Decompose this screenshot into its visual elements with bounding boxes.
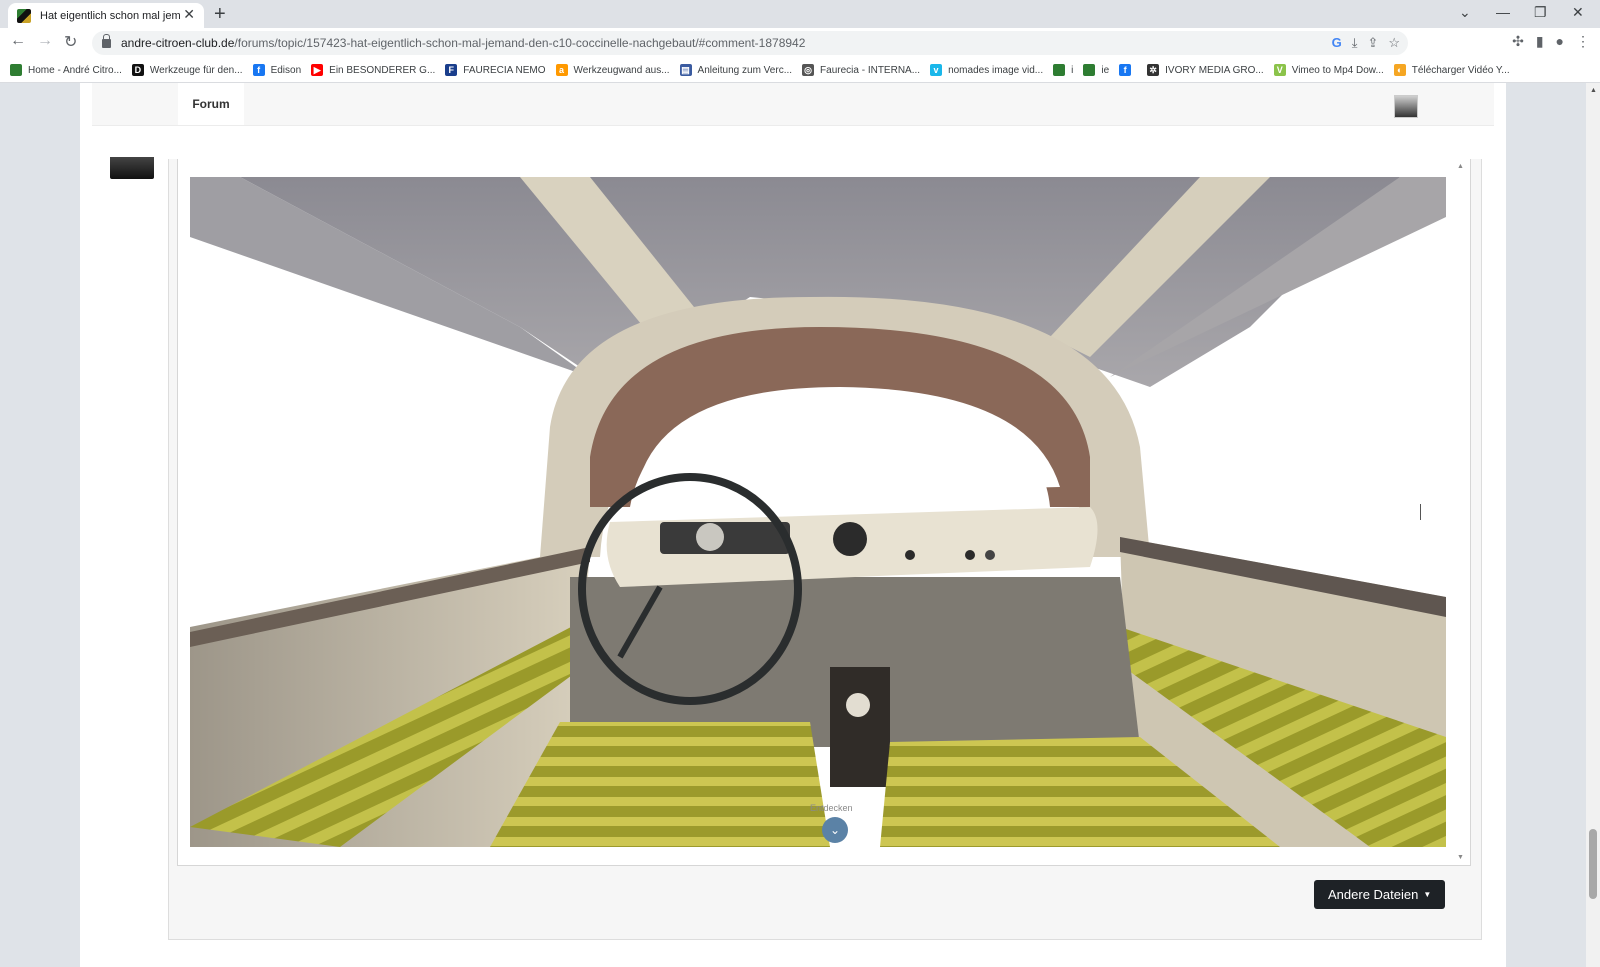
bookmark-favicon-icon: f [1119, 64, 1132, 76]
bookmark-favicon-icon [1083, 64, 1096, 76]
bookmark-label: Edison [270, 64, 302, 76]
caret-down-icon: ▼ [1423, 890, 1432, 899]
viewer-hint-label: Entdecken [810, 803, 853, 813]
panorama-viewer[interactable]: Entdecken ⌄ [190, 177, 1446, 847]
bookmark-item[interactable]: ▤ Anleitung zum Verc... [679, 64, 793, 76]
bookmark-item[interactable]: v nomades image vid... [930, 64, 1043, 76]
page-scroll-thumb[interactable] [1589, 829, 1597, 899]
bookmark-favicon-icon: v [930, 64, 943, 76]
post-content: Entdecken ⌄ ▲ ▼ Andere Dateien ▼ [168, 159, 1482, 940]
bookmark-favicon-icon: D [131, 64, 144, 76]
share-icon[interactable]: ⇪ [1367, 35, 1378, 51]
scroll-up-arrow-icon[interactable]: ▲ [1457, 163, 1464, 170]
page-scroll-up-icon[interactable]: ▲ [1590, 87, 1597, 94]
bookmark-item[interactable]: ✲ IVORY MEDIA GRO... [1147, 64, 1264, 76]
bookmark-favicon-icon [1053, 64, 1066, 76]
omnibox-actions: G ⤓ ⇪ ☆ [1332, 35, 1400, 51]
bookmark-label: Werkzeugwand aus... [573, 64, 670, 76]
text-caret [1420, 504, 1421, 520]
embed-scrollbar[interactable]: ▲ ▼ [1456, 163, 1466, 861]
browser-tab[interactable]: Hat eigentlich schon mal jemand den C10 … [8, 3, 204, 28]
extensions-puzzle-icon[interactable]: ✣ [1512, 33, 1524, 50]
bookmark-item[interactable]: ◐ Télécharger Vidéo Y... [1393, 64, 1510, 76]
reload-icon[interactable]: ↻ [64, 32, 77, 52]
minimize-button[interactable]: — [1496, 4, 1510, 20]
bookmark-favicon-icon: V [1273, 64, 1286, 76]
bookmarks-bar: Home - André Citro... D Werkzeuge für den.… [0, 58, 1600, 83]
bookmark-item[interactable]: f Edison [252, 64, 302, 76]
bookmark-label: Télécharger Vidéo Y... [1411, 64, 1510, 76]
lock-icon [102, 33, 111, 48]
author-avatar[interactable] [110, 157, 154, 179]
bookmark-label: IVORY MEDIA GRO... [1165, 64, 1264, 76]
bookmark-favicon-icon: ◎ [802, 64, 815, 76]
bookmark-label: nomades image vid... [948, 64, 1044, 76]
bookmark-item[interactable]: ▶ Ein BESONDERER G... [311, 64, 435, 76]
tab-close-icon[interactable]: ✕ [183, 6, 195, 23]
close-window-button[interactable]: ✕ [1572, 4, 1584, 21]
profile-avatar-icon[interactable]: ● [1556, 33, 1564, 50]
bookmark-item[interactable]: ie [1083, 64, 1109, 76]
forum-card: Forum Entdecken ⌄ ▲ ▼ Andere Dateien ▼ [80, 83, 1506, 967]
bookmark-item[interactable]: i [1053, 64, 1073, 76]
browser-tab-strip: Hat eigentlich schon mal jemand den C10 … [0, 0, 1600, 28]
bookmark-label: ie [1101, 64, 1110, 76]
bookmark-favicon-icon: ▤ [679, 64, 692, 76]
nav-tab-forum[interactable]: Forum [178, 83, 244, 125]
bookmark-favicon-icon: a [555, 64, 568, 76]
bookmark-label: Home - André Citro... [28, 64, 122, 76]
bookmark-item[interactable]: F FAURECIA NEMO [445, 64, 546, 76]
embed-frame: Entdecken ⌄ ▲ ▼ [177, 159, 1471, 866]
scroll-down-arrow-icon[interactable]: ▼ [1457, 854, 1464, 861]
new-tab-button[interactable]: + [214, 3, 226, 26]
bookmark-favicon-icon: ▶ [311, 64, 324, 76]
bookmark-item[interactable]: Home - André Citro... [10, 64, 122, 76]
viewer-expand-chevron-icon[interactable]: ⌄ [822, 817, 848, 843]
other-files-button[interactable]: Andere Dateien ▼ [1314, 880, 1446, 909]
user-avatar-thumbnail[interactable] [1394, 95, 1418, 118]
other-files-label: Andere Dateien [1328, 887, 1419, 902]
bookmark-item[interactable]: V Vimeo to Mp4 Dow... [1273, 64, 1384, 76]
install-icon[interactable]: ⤓ [1352, 35, 1358, 51]
bookmark-favicon-icon [10, 64, 22, 76]
address-bar[interactable]: andre-citroen-club.de/forums/topic/15742… [92, 31, 1408, 55]
menu-kebab-icon[interactable]: ⋮ [1576, 33, 1590, 50]
bookmark-item[interactable]: f [1119, 64, 1137, 76]
page-scrollbar[interactable]: ▲ [1586, 83, 1600, 967]
page-viewport: Forum Entdecken ⌄ ▲ ▼ Andere Dateien ▼ [0, 83, 1600, 967]
browser-toolbar: ← → ↻ andre-citroen-club.de/forums/topic… [0, 28, 1600, 58]
google-icon[interactable]: G [1332, 35, 1342, 51]
restore-button[interactable]: ❐ [1534, 4, 1547, 21]
forum-nav-bar: Forum [92, 83, 1494, 126]
bookmark-label: Werkzeuge für den... [149, 64, 243, 76]
tab-title: Hat eigentlich schon mal jemand den C10 [40, 9, 180, 22]
bookmark-item[interactable]: ◎ Faurecia - INTERNA... [802, 64, 920, 76]
site-favicon-icon [17, 8, 31, 23]
tab-search-icon[interactable]: ⌄ [1459, 4, 1471, 21]
back-arrow-icon[interactable]: ← [10, 32, 26, 50]
bookmark-label: Vimeo to Mp4 Dow... [1291, 64, 1384, 76]
url-text: andre-citroen-club.de/forums/topic/15742… [121, 36, 806, 50]
car-interior-image [190, 177, 1446, 847]
bookmark-label: Anleitung zum Verc... [697, 64, 793, 76]
bookmark-star-icon[interactable]: ☆ [1388, 35, 1400, 51]
bookmark-label: FAURECIA NEMO [463, 64, 546, 76]
bookmark-label: i [1071, 64, 1074, 76]
bookmark-favicon-icon: ◐ [1393, 64, 1406, 76]
side-panel-icon[interactable]: ▮ [1536, 33, 1544, 50]
bookmark-label: Ein BESONDERER G... [329, 64, 436, 76]
bookmark-item[interactable]: D Werkzeuge für den... [131, 64, 243, 76]
bookmark-favicon-icon: ✲ [1147, 64, 1160, 76]
extension-icons: ✣ ▮ ● ⋮ [1512, 33, 1590, 50]
forward-arrow-icon[interactable]: → [37, 32, 53, 50]
bookmark-label: Faurecia - INTERNA... [820, 64, 921, 76]
bookmark-item[interactable]: a Werkzeugwand aus... [555, 64, 670, 76]
bookmark-favicon-icon: F [445, 64, 458, 76]
bookmark-favicon-icon: f [252, 64, 265, 76]
